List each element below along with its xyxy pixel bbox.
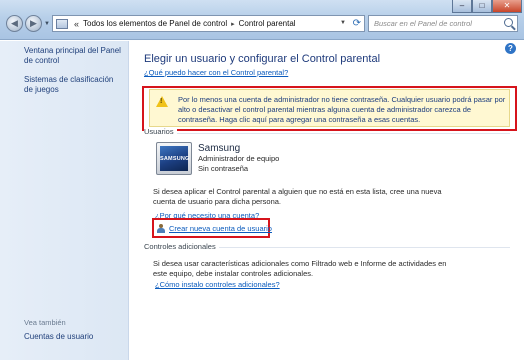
maximize-button[interactable]: □ bbox=[472, 0, 492, 13]
breadcrumb-overflow-icon[interactable]: « bbox=[74, 19, 79, 29]
address-bar[interactable]: « Todos los elementos de Panel de contro… bbox=[52, 15, 365, 32]
sidebar-item-control-panel-home[interactable]: Ventana principal del Panel de control bbox=[24, 46, 124, 66]
breadcrumb-all-control-panel[interactable]: Todos los elementos de Panel de control bbox=[83, 19, 227, 28]
back-button[interactable]: ◀ bbox=[6, 15, 23, 32]
search-icon[interactable] bbox=[504, 18, 513, 27]
account-name[interactable]: Samsung bbox=[198, 143, 240, 154]
sidebar-item-user-accounts[interactable]: Cuentas de usuario bbox=[24, 332, 124, 342]
help-icon[interactable]: ? bbox=[505, 43, 516, 54]
users-section-label: Usuarios bbox=[144, 127, 177, 136]
sidebar-item-game-ratings[interactable]: Sistemas de clasificación de juegos bbox=[24, 75, 124, 95]
account-picture-label: SAMSUNG bbox=[160, 146, 189, 171]
breadcrumb-separator-icon[interactable]: ▸ bbox=[231, 20, 235, 28]
breadcrumb-parental-control[interactable]: Control parental bbox=[239, 19, 296, 28]
account-picture[interactable]: SAMSUNG bbox=[156, 142, 192, 175]
forward-button[interactable]: ▶ bbox=[25, 15, 42, 32]
address-dropdown-icon[interactable]: ▼ bbox=[340, 20, 346, 26]
add-user-description: Si desea aplicar el Control parental a a… bbox=[153, 187, 442, 206]
account-role: Administrador de equipo bbox=[198, 154, 280, 163]
create-account-row[interactable]: Crear nueva cuenta de usuario bbox=[157, 224, 272, 233]
additional-controls-description: Si desea usar características adicionale… bbox=[153, 259, 447, 278]
divider bbox=[144, 133, 510, 134]
additional-controls-label: Controles adicionales bbox=[144, 242, 219, 251]
what-can-i-do-link[interactable]: ¿Qué puedo hacer con el Control parental… bbox=[144, 68, 288, 77]
see-also-heading: Vea también bbox=[24, 318, 66, 327]
search-placeholder: Buscar en el Panel de control bbox=[374, 19, 472, 28]
create-account-link[interactable]: Crear nueva cuenta de usuario bbox=[169, 224, 272, 233]
page-title: Elegir un usuario y configurar el Contro… bbox=[144, 53, 381, 65]
left-task-pane: Ventana principal del Panel de control S… bbox=[0, 41, 129, 360]
account-password-status: Sin contraseña bbox=[198, 164, 249, 173]
refresh-icon[interactable]: ⟳ bbox=[353, 18, 361, 29]
window-title-bar: – □ ✕ ◀ ▶ ▼ « Todos los elementos de Pan… bbox=[0, 0, 524, 40]
user-icon bbox=[157, 224, 167, 233]
minimize-button[interactable]: – bbox=[452, 0, 472, 13]
warning-highlight-outline bbox=[142, 86, 517, 131]
search-input[interactable]: Buscar en el Panel de control bbox=[368, 15, 518, 32]
main-content: ? Elegir un usuario y configurar el Cont… bbox=[130, 41, 524, 360]
close-button[interactable]: ✕ bbox=[492, 0, 522, 13]
how-install-controls-link[interactable]: ¿Cómo instalo controles adicionales? bbox=[155, 280, 280, 289]
recent-pages-dropdown-icon[interactable]: ▼ bbox=[44, 21, 51, 28]
control-panel-icon bbox=[56, 18, 68, 29]
